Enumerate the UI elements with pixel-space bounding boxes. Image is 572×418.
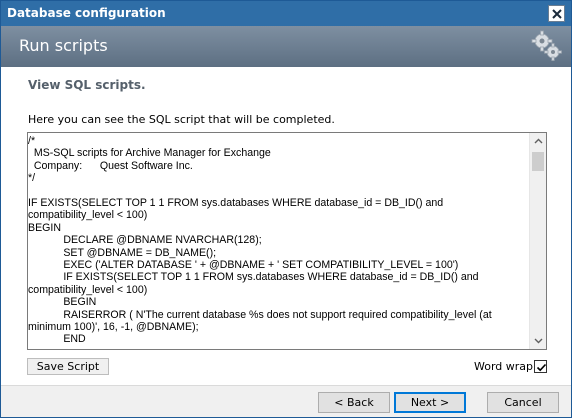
script-line: DECLARE @DBNAME NVARCHAR(128); bbox=[28, 234, 262, 247]
chevron-down-icon bbox=[534, 338, 543, 344]
window-title: Database configuration bbox=[7, 6, 166, 20]
script-line: SET @DBNAME = DB_NAME(); bbox=[28, 246, 217, 259]
sql-script-textbox[interactable]: /* MS-SQL scripts for Archive Manager fo… bbox=[27, 132, 547, 350]
scroll-up-button[interactable] bbox=[530, 133, 546, 150]
back-button[interactable]: < Back bbox=[318, 392, 390, 413]
script-line: IF EXISTS(SELECT TOP 1 1 FROM sys.databa… bbox=[28, 271, 482, 296]
script-line: EXEC ('ALTER DATABASE ' + @DBNAME + ' SE… bbox=[28, 259, 459, 272]
scroll-down-button[interactable] bbox=[530, 332, 546, 349]
word-wrap-checkbox[interactable] bbox=[534, 360, 547, 373]
script-line: Company: Quest Software Inc. bbox=[28, 159, 193, 172]
save-script-button[interactable]: Save Script bbox=[27, 358, 109, 375]
script-line: */ bbox=[28, 172, 36, 185]
close-icon bbox=[552, 9, 562, 19]
section-heading: View SQL scripts. bbox=[28, 78, 146, 92]
gears-icon bbox=[531, 30, 562, 61]
intro-text: Here you can see the SQL script that wil… bbox=[28, 113, 335, 126]
checkmark-icon bbox=[536, 363, 547, 372]
content-area: View SQL scripts. Here you can see the S… bbox=[1, 67, 571, 385]
script-line: /* bbox=[28, 135, 36, 147]
sql-script-text: /* MS-SQL scripts for Archive Manager fo… bbox=[28, 135, 528, 346]
database-configuration-window: Database configuration Run scripts View … bbox=[0, 0, 572, 418]
script-line bbox=[28, 185, 528, 197]
wizard-footer: < Back Next > Cancel bbox=[1, 385, 571, 417]
title-bar: Database configuration bbox=[1, 1, 571, 26]
script-line: BEGIN bbox=[28, 296, 97, 309]
script-line: RAISERROR ( N'The current database %s do… bbox=[28, 308, 495, 334]
chevron-up-icon bbox=[534, 138, 543, 144]
next-button[interactable]: Next > bbox=[394, 392, 466, 413]
script-line: IF EXISTS(SELECT TOP 1 1 FROM sys.databa… bbox=[28, 197, 447, 222]
script-line: MS-SQL scripts for Archive Manager for E… bbox=[28, 147, 271, 160]
vertical-scrollbar[interactable] bbox=[529, 133, 546, 349]
cancel-button[interactable]: Cancel bbox=[487, 392, 559, 413]
script-line: END bbox=[28, 333, 86, 346]
page-title: Run scripts bbox=[19, 36, 108, 55]
wizard-banner: Run scripts bbox=[1, 26, 571, 67]
word-wrap-label: Word wrap bbox=[474, 360, 534, 373]
scroll-thumb[interactable] bbox=[532, 152, 544, 171]
script-line: BEGIN bbox=[28, 221, 61, 234]
close-button[interactable] bbox=[548, 5, 565, 22]
